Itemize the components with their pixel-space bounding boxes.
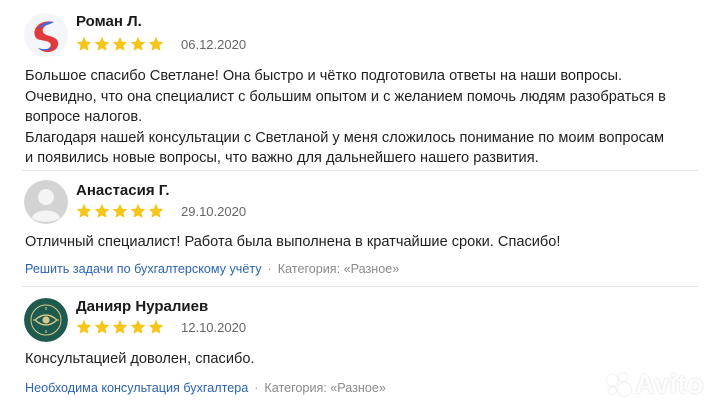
star-icon [76,203,92,218]
review-date: 29.10.2020 [181,204,247,219]
star-icon [112,319,128,334]
abstract-logo-avatar-icon [24,13,68,57]
review-date: 12.10.2020 [181,320,247,335]
star-icon [112,36,128,51]
star-icon [76,319,92,334]
review-card: Анастасия Г. 29.10.2020 Отличный специал… [0,171,720,286]
category-label: Категория: «Разное» [277,262,400,276]
watermark: Avito [605,369,704,400]
review-text-line: и появились новые вопросы, что важно для… [25,150,539,166]
watermark-text: Avito [635,369,704,399]
task-meta: Решить задачи по бухгалтерскому учёту · Ка… [25,262,399,276]
default-user-avatar-icon [24,180,68,224]
task-link[interactable]: Решить задачи по бухгалтерскому учёту [25,262,262,276]
star-icon [130,203,146,218]
task-meta: Необходима консультация бухгалтера · Катег… [25,381,386,395]
category-label: Категория: «Разное» [264,381,386,395]
review-text: Большое спасибо Светлане! Она быстро и ч… [25,66,685,169]
review-text-line: Очевидно, что она специалист с большим о… [25,88,666,105]
reviewer-name[interactable]: Данияр Нуралиев [76,298,208,315]
review-text-line: вопросе налогов. [25,109,143,125]
star-icon [148,203,164,218]
review-text-line: Отличный специалист! Работа была выполне… [25,234,561,250]
review-text-line: Большое спасибо Светлане! Она быстро и ч… [25,68,623,84]
star-icon [94,319,110,334]
eye-emblem-avatar-icon [24,298,68,342]
star-icon [148,36,164,51]
review-card: Роман Л. 06.12.2020 Большое спасибо Свет… [0,0,720,170]
reviewer-name[interactable]: Роман Л. [76,13,142,30]
task-link[interactable]: Необходима консультация бухгалтера [25,381,248,395]
review-text-line: Благодаря нашей консультации с Светланой… [25,129,665,146]
avatar[interactable] [24,13,68,57]
reviewer-name[interactable]: Анастасия Г. [76,182,170,199]
review-text: Консультацией доволен, спасибо. [25,349,685,370]
star-icon [130,36,146,51]
star-icon [76,36,92,51]
avatar[interactable] [24,180,68,224]
star-icon [94,203,110,218]
avito-logo-icon [605,372,631,398]
meta-separator: · [267,262,272,276]
rating-stars [76,36,164,52]
review-text: Отличный специалист! Работа была выполне… [25,232,685,253]
rating-stars [76,203,164,219]
review-date: 06.12.2020 [181,37,247,52]
rating-stars [76,319,164,335]
review-text-line: Консультацией доволен, спасибо. [25,351,255,367]
avatar[interactable] [24,298,68,342]
meta-separator: · [254,381,259,395]
star-icon [112,203,128,218]
star-icon [94,36,110,51]
star-icon [130,319,146,334]
star-icon [148,319,164,334]
